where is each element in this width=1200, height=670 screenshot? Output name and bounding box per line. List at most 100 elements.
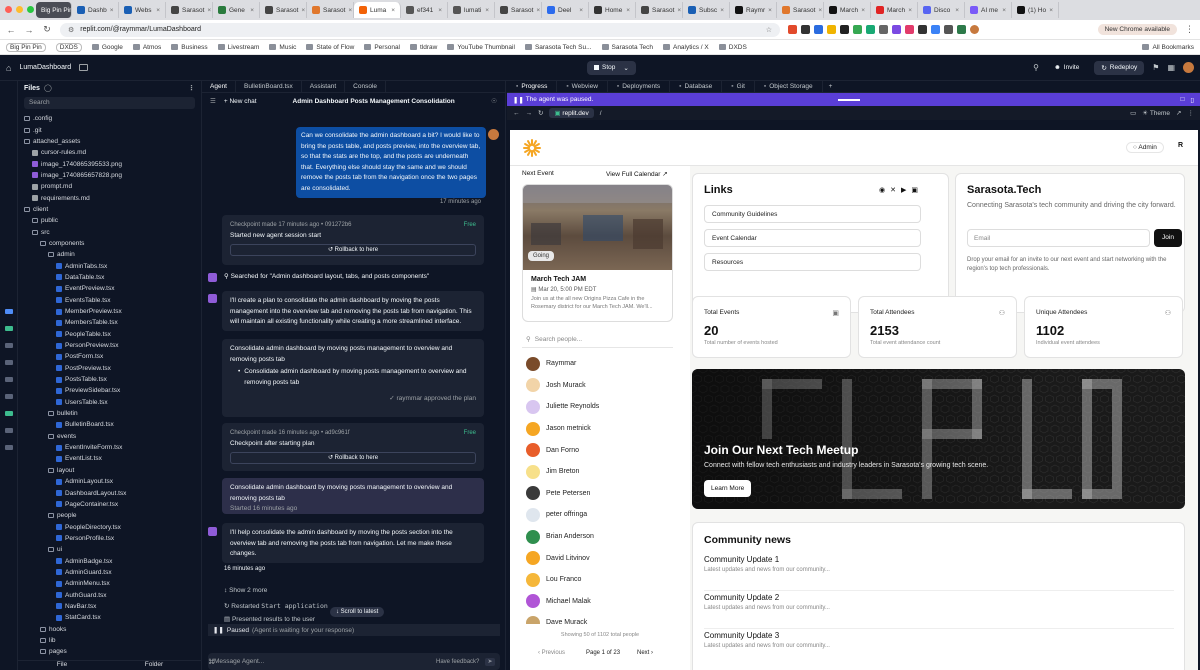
file-item[interactable]: BulletinBoard.tsx (18, 419, 201, 430)
browser-tab[interactable]: Raymr × (730, 2, 777, 18)
browser-tab[interactable]: Sarasot × (260, 2, 307, 18)
apps-icon[interactable]: ▦ (1167, 63, 1175, 72)
person-row[interactable]: Jason metnick (510, 418, 690, 440)
rollback-button[interactable]: ↺ Rollback to here (230, 452, 476, 464)
person-row[interactable]: Dan Forno (510, 439, 690, 461)
minimize-window-icon[interactable] (16, 6, 23, 13)
next-button[interactable]: Next › (637, 650, 653, 656)
browser-tab[interactable]: AI me × (965, 2, 1012, 18)
grid-icon[interactable] (4, 445, 13, 450)
packages-icon[interactable] (4, 394, 13, 399)
forward-icon[interactable]: → (526, 110, 533, 117)
show-more-button[interactable]: ↕ Show 2 more (224, 586, 486, 597)
file-item[interactable]: PageContainer.tsx (18, 499, 201, 510)
file-item[interactable]: requirements.md (18, 192, 201, 203)
extension-icon[interactable] (892, 25, 901, 34)
add-tab-icon[interactable]: + (823, 83, 839, 90)
file-item[interactable]: AdminTabs.tsx (18, 260, 201, 271)
file-search-input[interactable]: Search (24, 97, 195, 109)
person-row[interactable]: Pete Petersen (510, 483, 690, 505)
browser-tab[interactable]: Disco × (918, 2, 965, 18)
link-button[interactable]: Event Calendar (704, 229, 921, 247)
extension-icon[interactable] (827, 25, 836, 34)
linkedin-icon[interactable]: ▣ (911, 186, 918, 194)
person-row[interactable]: Raymmar (510, 353, 690, 375)
bookmark-item[interactable]: Business (171, 44, 208, 51)
bookmark-star-icon[interactable]: ☆ (766, 26, 772, 34)
bookmark-item[interactable]: tldraw (410, 44, 437, 51)
person-row[interactable]: Dave Murack (510, 612, 690, 624)
bookmark-item[interactable]: Sarasota Tech (601, 44, 653, 51)
file-item[interactable]: PeopleDirectory.tsx (18, 521, 201, 532)
invite-button[interactable]: ☻ Invite (1047, 61, 1086, 74)
browser-tab[interactable]: Sarasot × (777, 2, 824, 18)
chat-title[interactable]: Admin Dashboard Posts Management Consoli… (293, 98, 455, 105)
extension-icon[interactable] (879, 25, 888, 34)
kebab-menu-icon[interactable]: ⋮ (188, 84, 195, 92)
close-tab-icon[interactable]: × (348, 7, 352, 14)
redeploy-button[interactable]: ↻ Redeploy (1094, 60, 1145, 75)
folder-item[interactable]: public (18, 215, 201, 226)
new-chat-button[interactable]: + New chat (224, 98, 257, 105)
extension-icon[interactable] (840, 25, 849, 34)
file-item[interactable]: PostsTable.tsx (18, 374, 201, 385)
files-icon[interactable] (4, 309, 13, 314)
send-icon[interactable]: ➤ (485, 658, 495, 666)
file-item[interactable]: AdminLayout.tsx (18, 476, 201, 487)
extension-icon[interactable] (801, 25, 810, 34)
new-file-button[interactable]: File (57, 661, 67, 670)
file-item[interactable]: MemberPreview.tsx (18, 306, 201, 317)
close-tab-icon[interactable]: × (768, 7, 772, 14)
git-icon[interactable] (4, 343, 13, 348)
extension-icon[interactable] (814, 25, 823, 34)
bookmark-item[interactable]: Analytics / X (662, 44, 709, 51)
layout-icon[interactable] (79, 64, 89, 71)
person-row[interactable]: Michael Malak (510, 591, 690, 613)
close-tab-icon[interactable]: × (677, 7, 681, 14)
person-row[interactable]: Josh Murack (510, 375, 690, 397)
agent-tab[interactable]: Console (345, 80, 387, 93)
tools-icon[interactable] (4, 428, 13, 433)
agent-tab[interactable]: Agent (202, 80, 236, 93)
close-tab-icon[interactable]: × (1002, 7, 1006, 14)
file-item[interactable]: NavBar.tsx (18, 601, 201, 612)
bookmark-item[interactable]: State of Flow (306, 44, 354, 51)
search-icon[interactable]: ⚲ (1033, 63, 1039, 72)
site-info-icon[interactable]: ⚙ (68, 26, 74, 34)
file-item[interactable]: PostPreview.tsx (18, 363, 201, 374)
browser-tab[interactable]: lumati × (448, 2, 495, 18)
file-item[interactable]: AuthGuard.tsx (18, 589, 201, 600)
news-item[interactable]: Community Update 2 Latest updates and new… (704, 591, 1174, 629)
extension-icons[interactable] (788, 25, 979, 34)
news-item[interactable]: Community Update 1 Latest updates and new… (704, 553, 1174, 591)
folder-item[interactable]: events (18, 431, 201, 442)
instagram-icon[interactable]: ◉ (879, 186, 885, 194)
sunburst-logo-icon[interactable] (522, 138, 542, 158)
file-item[interactable]: MembersTable.tsx (18, 317, 201, 328)
panel-tab[interactable]: ▪ Deployments (608, 80, 671, 93)
drag-handle[interactable] (838, 98, 861, 101)
browser-tab[interactable]: Subsc × (683, 2, 730, 18)
kebab-menu-icon[interactable]: ⋮ (1185, 24, 1194, 35)
close-tab-icon[interactable]: × (955, 7, 959, 14)
puzzle-icon[interactable] (944, 25, 953, 34)
folder-item[interactable]: admin (18, 249, 201, 260)
admin-badge[interactable]: ○ Admin (1126, 142, 1164, 153)
close-tab-icon[interactable]: × (156, 7, 160, 14)
home-icon[interactable]: ⌂ (6, 63, 11, 73)
panel-tab[interactable]: ▪ Git (722, 80, 755, 93)
bookmark-item[interactable]: Atmos (132, 44, 161, 51)
agent-tab[interactable]: BulletinBoard.tsx (236, 80, 302, 93)
open-new-tab-icon[interactable]: ↗ (1176, 109, 1181, 117)
browser-tab[interactable]: Sarasot × (495, 2, 542, 18)
close-window-icon[interactable] (5, 6, 12, 13)
file-item[interactable]: prompt.md (18, 181, 201, 192)
agent-tab[interactable]: Assistant (302, 80, 346, 93)
folder-item[interactable]: lib (18, 635, 201, 646)
browser-tab[interactable]: Sarasot × (166, 2, 213, 18)
file-item[interactable]: AdminGuard.tsx (18, 567, 201, 578)
stop-button[interactable]: Stop ⌄ (587, 60, 636, 75)
mobile-icon[interactable]: ▯ (1190, 96, 1194, 104)
bookmark-item[interactable]: DXDS (55, 42, 82, 52)
extension-icon[interactable] (788, 25, 797, 34)
